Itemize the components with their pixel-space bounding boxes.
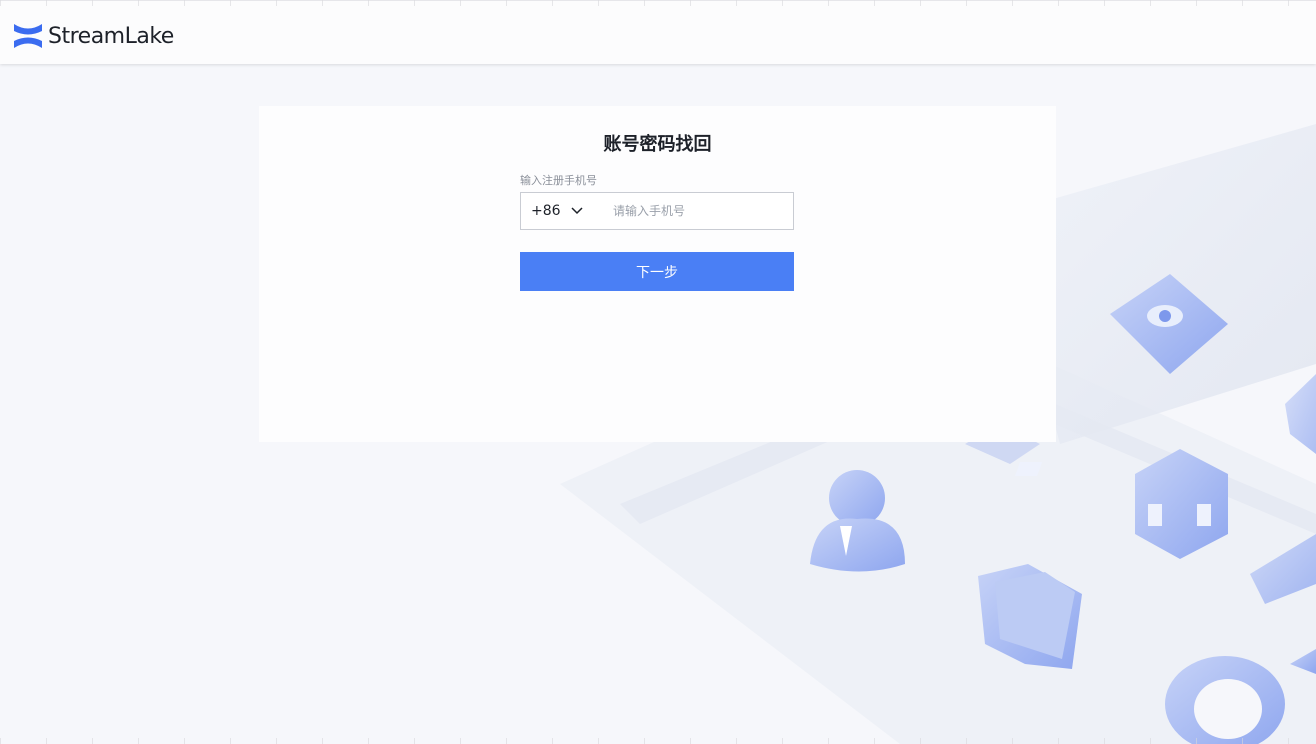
country-code-select[interactable]: +86 [521,193,603,229]
page-title: 账号密码找回 [603,134,712,155]
phone-input-group: +86 [520,192,794,230]
next-step-button[interactable]: 下一步 [520,252,794,291]
ruler-bottom [0,738,1316,744]
top-bar: StreamLake [0,0,1316,64]
phone-input[interactable] [603,193,793,229]
ruler-top [0,0,1316,6]
brand-logo[interactable]: StreamLake [12,21,174,51]
brand-name: StreamLake [48,23,174,49]
password-recovery-card: 账号密码找回 输入注册手机号 +86 下一步 [259,106,1056,442]
country-code-value: +86 [531,203,561,219]
streamlake-logo-icon [14,24,42,48]
chevron-down-icon [571,207,583,215]
phone-field-label: 输入注册手机号 [520,174,597,187]
